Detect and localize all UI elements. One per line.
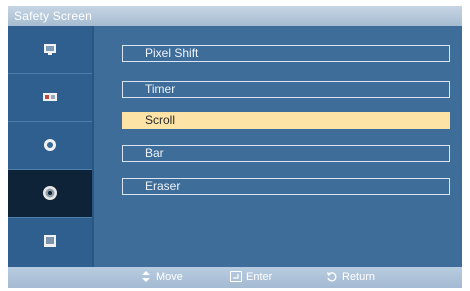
menu-panel: Pixel Shift Timer Scroll Bar Eraser xyxy=(94,26,462,267)
enter-hint: Enter xyxy=(230,271,272,283)
return-icon xyxy=(327,272,337,282)
sidebar-item-settings[interactable] xyxy=(8,170,92,218)
updown-arrow-icon xyxy=(142,271,150,282)
picture-icon xyxy=(44,44,56,55)
menu-item-scroll[interactable]: Scroll xyxy=(122,112,450,129)
menu-item-bar[interactable]: Bar xyxy=(122,145,450,162)
sidebar xyxy=(8,26,92,267)
multi-control-icon xyxy=(44,235,56,247)
osd-menu: Safety Screen Pixel Shift Timer Scroll B… xyxy=(8,6,462,288)
sidebar-item-picture[interactable] xyxy=(8,26,92,74)
setup-icon xyxy=(44,139,56,151)
sound-icon xyxy=(43,93,57,101)
menu-title: Safety Screen xyxy=(14,9,92,23)
sidebar-item-setup[interactable] xyxy=(8,122,92,170)
menu-item-eraser[interactable]: Eraser xyxy=(122,178,450,195)
return-hint: Return xyxy=(326,271,375,283)
move-hint: Move xyxy=(140,271,183,283)
enter-icon xyxy=(230,271,242,282)
footer-hints: Move Enter Return xyxy=(8,267,462,288)
title-bar: Safety Screen xyxy=(8,6,462,26)
sidebar-item-multi-control[interactable] xyxy=(8,218,92,266)
sidebar-item-sound[interactable] xyxy=(8,74,92,122)
gear-icon xyxy=(43,186,57,200)
menu-item-pixel-shift[interactable]: Pixel Shift xyxy=(122,45,450,62)
menu-item-timer[interactable]: Timer xyxy=(122,81,450,98)
